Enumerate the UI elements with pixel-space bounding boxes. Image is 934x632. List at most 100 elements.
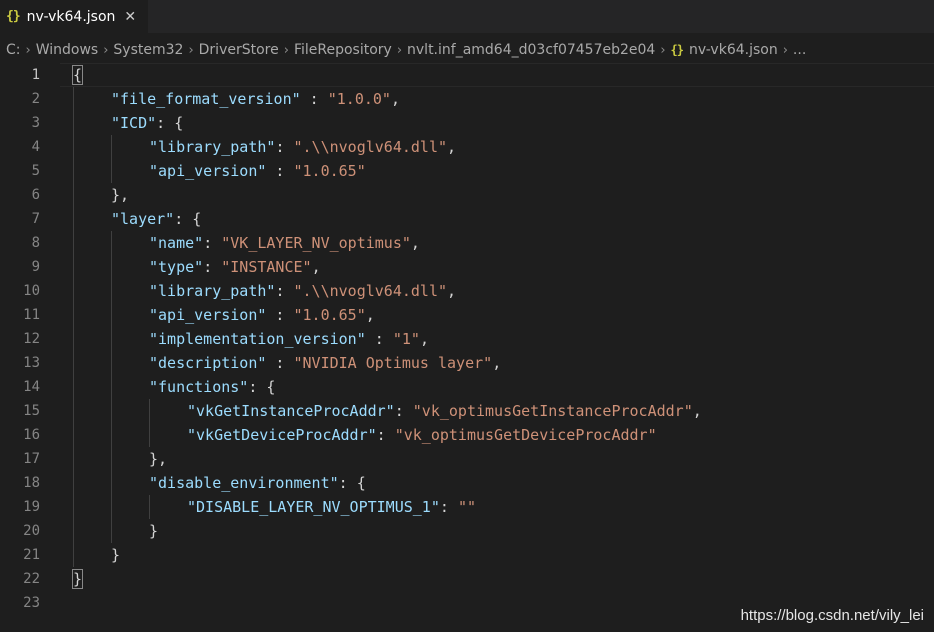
line-number: 18 <box>23 475 40 491</box>
code-line[interactable]: 6 }, <box>0 183 934 207</box>
code-line[interactable]: 18 "disable_environment": { <box>0 471 934 495</box>
json-key: "DISABLE_LAYER_NV_OPTIMUS_1" <box>187 498 440 516</box>
code-line[interactable]: 1 { <box>0 63 934 87</box>
breadcrumb-system32[interactable]: System32 <box>113 42 183 58</box>
code-line[interactable]: 14 "functions": { <box>0 375 934 399</box>
line-number: 1 <box>31 67 40 83</box>
json-braces-icon: {} <box>670 43 684 57</box>
json-key: "implementation_version" <box>149 330 366 348</box>
json-string: "1.0.65" <box>293 162 366 180</box>
code-line[interactable]: 15 "vkGetInstanceProcAddr": "vk_optimusG… <box>0 399 934 423</box>
matched-bracket: } <box>71 569 84 589</box>
watermark: https://blog.csdn.net/vily_lei <box>740 607 924 624</box>
breadcrumb-driverstore[interactable]: DriverStore <box>199 42 279 58</box>
matched-bracket: { <box>71 65 84 85</box>
punctuation: : <box>266 354 294 372</box>
line-content: "name": "VK_LAYER_NV_optimus", <box>149 231 420 255</box>
tab-nv-vk64-json[interactable]: {} nv-vk64.json ✕ <box>0 0 148 33</box>
code-line[interactable]: 21 } <box>0 543 934 567</box>
line-content: "library_path": ".\\nvoglv64.dll", <box>149 279 456 303</box>
punctuation: : <box>439 498 458 516</box>
code-line[interactable]: 5 "api_version" : "1.0.65" <box>0 159 934 183</box>
code-line[interactable]: 4 "library_path": ".\\nvoglv64.dll", <box>0 135 934 159</box>
line-content: "file_format_version" : "1.0.0", <box>111 87 400 111</box>
code-line[interactable]: 17 }, <box>0 447 934 471</box>
line-content: "description" : "NVIDIA Optimus layer", <box>149 351 501 375</box>
code-editor[interactable]: 1 { 2 "file_format_version" : "1.0.0", 3… <box>0 63 934 632</box>
current-line-highlight <box>60 63 934 87</box>
json-string: "" <box>457 498 476 516</box>
code-line[interactable]: 16 "vkGetDeviceProcAddr": "vk_optimusGet… <box>0 423 934 447</box>
breadcrumb-symbols[interactable]: ... <box>793 42 806 58</box>
line-number: 13 <box>23 355 40 371</box>
code-line[interactable]: 20 } <box>0 519 934 543</box>
chevron-right-icon: › <box>25 42 31 58</box>
punctuation: : <box>394 402 413 420</box>
breadcrumb-drive[interactable]: C: <box>6 42 21 58</box>
code-line[interactable]: 11 "api_version" : "1.0.65", <box>0 303 934 327</box>
breadcrumb: C: › Windows › System32 › DriverStore › … <box>0 38 934 62</box>
json-key: "ICD" <box>111 114 157 132</box>
punctuation: , <box>419 330 429 348</box>
line-number: 19 <box>23 499 40 515</box>
json-string: "vk_optimusGetDeviceProcAddr" <box>394 426 657 444</box>
code-line[interactable]: 19 "DISABLE_LAYER_NV_OPTIMUS_1": "" <box>0 495 934 519</box>
json-string: "vk_optimusGetInstanceProcAddr" <box>412 402 693 420</box>
chevron-right-icon: › <box>782 42 788 58</box>
punctuation: : <box>275 282 294 300</box>
line-content: }, <box>149 447 167 471</box>
json-string: "VK_LAYER_NV_optimus" <box>221 234 411 252</box>
punctuation: , <box>390 90 400 108</box>
punctuation: : <box>203 234 222 252</box>
line-content: "layer": { <box>111 207 201 231</box>
punctuation: : <box>300 90 328 108</box>
line-content: "disable_environment": { <box>149 471 366 495</box>
punctuation: }, <box>111 186 130 204</box>
json-key: "disable_environment" <box>149 474 339 492</box>
chevron-right-icon: › <box>103 42 109 58</box>
punctuation: } <box>149 522 159 540</box>
punctuation: : <box>365 330 393 348</box>
json-key: "functions" <box>149 378 249 396</box>
line-content: "vkGetInstanceProcAddr": "vk_optimusGetI… <box>187 399 702 423</box>
code-line[interactable]: 2 "file_format_version" : "1.0.0", <box>0 87 934 111</box>
line-content: } <box>71 567 84 591</box>
line-content: "functions": { <box>149 375 275 399</box>
punctuation: : <box>376 426 395 444</box>
line-number: 17 <box>23 451 40 467</box>
code-line[interactable]: 7 "layer": { <box>0 207 934 231</box>
json-braces-icon: {} <box>6 9 21 24</box>
line-number: 21 <box>23 547 40 563</box>
code-line[interactable]: 12 "implementation_version" : "1", <box>0 327 934 351</box>
punctuation: , <box>692 402 702 420</box>
line-number: 16 <box>23 427 40 443</box>
punctuation: : { <box>338 474 366 492</box>
line-content: { <box>71 63 84 87</box>
breadcrumb-file[interactable]: nv-vk64.json <box>689 42 778 58</box>
line-content: "api_version" : "1.0.65", <box>149 303 375 327</box>
line-number: 6 <box>31 187 40 203</box>
punctuation: : { <box>248 378 276 396</box>
line-content: "library_path": ".\\nvoglv64.dll", <box>149 135 456 159</box>
code-line[interactable]: 9 "type": "INSTANCE", <box>0 255 934 279</box>
line-number: 8 <box>31 235 40 251</box>
code-line[interactable]: 3 "ICD": { <box>0 111 934 135</box>
code-line[interactable]: 13 "description" : "NVIDIA Optimus layer… <box>0 351 934 375</box>
punctuation: , <box>447 138 457 156</box>
close-icon[interactable]: ✕ <box>124 9 136 25</box>
line-content: }, <box>111 183 129 207</box>
breadcrumb-driver-folder[interactable]: nvlt.inf_amd64_d03cf07457eb2e04 <box>407 42 655 58</box>
line-number: 9 <box>31 259 40 275</box>
chevron-right-icon: › <box>660 42 666 58</box>
punctuation: , <box>410 234 420 252</box>
line-number: 3 <box>31 115 40 131</box>
json-key: "api_version" <box>149 162 267 180</box>
code-line[interactable]: 10 "library_path": ".\\nvoglv64.dll", <box>0 279 934 303</box>
json-key: "type" <box>149 258 204 276</box>
breadcrumb-windows[interactable]: Windows <box>36 42 99 58</box>
code-line[interactable]: 22 } <box>0 567 934 591</box>
tab-label: nv-vk64.json <box>26 8 116 25</box>
code-line[interactable]: 8 "name": "VK_LAYER_NV_optimus", <box>0 231 934 255</box>
breadcrumb-filerepository[interactable]: FileRepository <box>294 42 392 58</box>
punctuation: , <box>492 354 502 372</box>
